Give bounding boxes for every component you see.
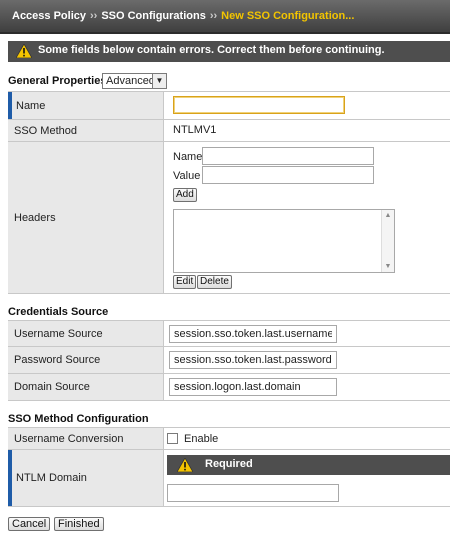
username-source-label: Username Source bbox=[8, 321, 164, 346]
general-properties-table: Name SSO Method NTLMV1 Headers Name Valu… bbox=[8, 91, 450, 294]
add-header-button[interactable]: Add bbox=[173, 188, 197, 202]
header-name-input[interactable] bbox=[202, 147, 374, 165]
enable-label: Enable bbox=[184, 433, 219, 445]
header-value-input[interactable] bbox=[202, 166, 374, 184]
general-properties-selected: Advanced bbox=[106, 75, 155, 87]
ntlm-domain-input[interactable] bbox=[167, 484, 339, 502]
error-message: Some fields below contain errors. Correc… bbox=[38, 44, 385, 56]
breadcrumb-current: New SSO Configuration... bbox=[221, 10, 355, 22]
breadcrumb-sso-configurations[interactable]: SSO Configurations bbox=[101, 10, 206, 22]
sso-method-config-table: Username Conversion Enable NTLM Domain R… bbox=[8, 427, 450, 507]
edit-header-button[interactable]: Edit bbox=[173, 275, 197, 289]
scroll-down-icon[interactable]: ▼ bbox=[382, 263, 394, 270]
sso-method-value: NTLMV1 bbox=[173, 124, 217, 136]
credentials-table: Username Source Password Source Domain S… bbox=[8, 320, 450, 401]
scroll-up-icon[interactable]: ▲ bbox=[382, 212, 394, 219]
breadcrumb-access-policy[interactable]: Access Policy bbox=[12, 10, 86, 22]
error-banner: Some fields below contain errors. Correc… bbox=[8, 41, 450, 62]
name-label: Name bbox=[8, 92, 164, 119]
breadcrumb: Access Policy ›› SSO Configurations ›› New S… bbox=[0, 0, 450, 34]
warning-icon bbox=[16, 44, 32, 58]
chevron-down-icon: ▼ bbox=[152, 74, 166, 88]
required-label: Required bbox=[205, 458, 253, 470]
domain-source-label: Domain Source bbox=[8, 374, 164, 400]
domain-source-row: Domain Source bbox=[8, 374, 450, 401]
username-source-row: Username Source bbox=[8, 321, 450, 347]
ntlm-domain-label: NTLM Domain bbox=[8, 450, 164, 506]
breadcrumb-separator: ›› bbox=[209, 10, 218, 22]
finished-button[interactable]: Finished bbox=[54, 517, 104, 531]
ntlm-domain-row: NTLM Domain Required bbox=[8, 450, 450, 507]
username-conversion-label: Username Conversion bbox=[8, 428, 164, 449]
breadcrumb-separator: ›› bbox=[90, 10, 98, 22]
name-row: Name bbox=[8, 92, 450, 120]
general-properties-label: General Properties: bbox=[8, 75, 111, 87]
headers-row: Headers Name Value Add ▲ ▼ Edit Delete bbox=[8, 142, 450, 294]
username-source-input[interactable] bbox=[169, 325, 337, 343]
password-source-label: Password Source bbox=[8, 347, 164, 373]
name-input[interactable] bbox=[173, 96, 345, 114]
sso-method-row: SSO Method NTLMV1 bbox=[8, 120, 450, 142]
domain-source-input[interactable] bbox=[169, 378, 337, 396]
required-banner: Required bbox=[167, 455, 450, 475]
headers-listbox[interactable]: ▲ ▼ bbox=[173, 209, 395, 273]
header-name-label: Name bbox=[173, 151, 203, 163]
listbox-scrollbar[interactable]: ▲ ▼ bbox=[381, 210, 394, 272]
headers-label: Headers bbox=[8, 142, 164, 293]
header-value-label: Value bbox=[173, 170, 201, 182]
warning-icon bbox=[177, 458, 193, 472]
general-properties-select[interactable]: Advanced ▼ bbox=[102, 73, 167, 89]
username-conversion-row: Username Conversion Enable bbox=[8, 428, 450, 450]
sso-method-config-heading: SSO Method Configuration bbox=[8, 413, 149, 425]
password-source-row: Password Source bbox=[8, 347, 450, 374]
cancel-button[interactable]: Cancel bbox=[8, 517, 51, 531]
password-source-input[interactable] bbox=[169, 351, 337, 369]
sso-method-label: SSO Method bbox=[8, 120, 164, 141]
delete-header-button[interactable]: Delete bbox=[197, 275, 232, 289]
username-conversion-checkbox[interactable] bbox=[167, 433, 178, 444]
credentials-source-heading: Credentials Source bbox=[8, 306, 109, 318]
